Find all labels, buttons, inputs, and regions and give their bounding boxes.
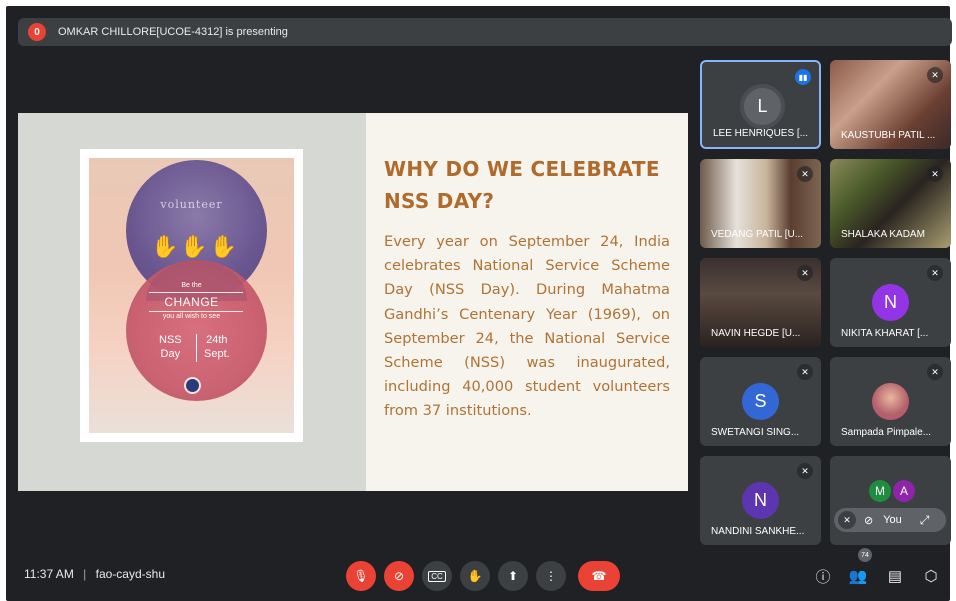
present-icon-badge: 0 [34, 26, 40, 38]
poster-date-line: 24th [206, 334, 228, 346]
present-icon: 0 [28, 23, 46, 41]
nss-emblem-icon [184, 377, 201, 394]
avatar: N [872, 284, 909, 321]
mic-off-icon: ✕ [797, 265, 813, 281]
leave-call-button[interactable]: ☎ [578, 561, 620, 591]
self-controls: ✕ ⊘ You ⤢ [834, 508, 946, 532]
slide-title: WHY DO WE CELEBRATE NSS DAY? [384, 157, 660, 213]
meeting-stage: 0 OMKAR CHILLORE[UCOE-4312] is presentin… [6, 6, 952, 601]
hand-icon: ✋ [467, 569, 483, 583]
poster-change: CHANGE [164, 295, 219, 309]
people-icon[interactable]: 👥 [847, 565, 869, 587]
speaking-indicator-icon: ▮▮ [795, 69, 811, 85]
poster-line [149, 292, 243, 293]
avatar: N [742, 482, 779, 519]
participant-tile[interactable]: ✕ VEDANG PATIL [U... [700, 159, 821, 248]
slide-body: Every year on September 24, India celebr… [384, 233, 670, 420]
mic-off-icon: ✕ [797, 463, 813, 479]
participant-name: SWETANGI SING... [711, 427, 800, 438]
participant-name: VEDANG PATIL [U... [711, 229, 804, 240]
meeting-details-icon[interactable]: ⓘ [812, 565, 834, 587]
avatar: L [740, 84, 785, 129]
participant-tile[interactable]: ✕ SHALAKA KADAM [830, 159, 951, 248]
participant-tile[interactable]: S ✕ SWETANGI SING... [700, 357, 821, 446]
mic-off-icon: ✕ [927, 67, 943, 83]
poster-date: 24th Sept. [204, 333, 230, 361]
avatar: A [893, 480, 915, 502]
poster-nss-day: NSS Day [159, 333, 182, 361]
camera-toggle-button[interactable]: ⊘ [384, 561, 414, 591]
participant-name: LEE HENRIQUES [... [713, 128, 809, 139]
present-button[interactable]: ⬆ [498, 561, 528, 591]
mic-off-icon: 🎙 [353, 569, 369, 583]
self-label: You [883, 514, 902, 526]
captions-button[interactable]: CC [422, 561, 452, 591]
participant-tile[interactable]: N ✕ NIKITA KHARAT [... [830, 258, 951, 347]
participant-count-badge: 74 [858, 548, 872, 562]
poster-be-the: Be the [181, 282, 202, 289]
more-vert-icon: ⋮ [545, 569, 557, 583]
mic-off-icon: ✕ [797, 166, 813, 182]
mic-off-icon: ✕ [927, 364, 943, 380]
presenting-banner: 0 OMKAR CHILLORE[UCOE-4312] is presentin… [18, 18, 952, 46]
camera-off-icon: ⊘ [393, 569, 405, 583]
captions-icon: CC [428, 570, 446, 582]
poster-volunteer-text: volunteer [160, 198, 223, 211]
participant-name: KAUSTUBH PATIL ... [841, 130, 936, 141]
more-options-button[interactable]: ⋮ [536, 561, 566, 591]
poster-nss-line: Day [160, 348, 181, 360]
participant-name: SHALAKA KADAM [841, 229, 925, 240]
participant-tile[interactable]: N ✕ NANDINI SANKHE... [700, 456, 821, 545]
participant-name: NANDINI SANKHE... [711, 526, 805, 537]
slide-right-panel: WHY DO WE CELEBRATE NSS DAY? Every year … [366, 113, 688, 491]
participant-tile[interactable]: ✕ NAVIN HEGDE [U... [700, 258, 821, 347]
poster-frame: volunteer ✋✋✋ Be the CHANGE you all wish… [80, 149, 303, 442]
nss-day-poster: volunteer ✋✋✋ Be the CHANGE you all wish… [89, 158, 294, 433]
poster-nss-line: NSS [159, 334, 182, 346]
meeting-info: 11:37 AM | fao-cayd-shu [24, 567, 165, 581]
meeting-code: fao-cayd-shu [95, 567, 165, 581]
bottom-bar: 11:37 AM | fao-cayd-shu 🎙 ⊘ CC ✋ ⬆ ⋮ ☎ ⓘ… [6, 553, 950, 601]
camera-off-icon[interactable]: ⊘ [864, 514, 873, 527]
participant-tile[interactable]: ✕ Sampada Pimpale... [830, 357, 951, 446]
presentation-slide: volunteer ✋✋✋ Be the CHANGE you all wish… [18, 113, 688, 491]
participant-tile[interactable]: ✕ KAUSTUBH PATIL ... [830, 60, 951, 149]
self-tile[interactable]: M A ✕ ⊘ You ⤢ [830, 456, 951, 545]
activities-icon[interactable]: ⬡ [920, 565, 942, 587]
raise-hand-button[interactable]: ✋ [460, 561, 490, 591]
poster-line [149, 311, 243, 312]
chat-icon[interactable]: ▤ [884, 565, 906, 587]
participant-name: NIKITA KHARAT [... [841, 328, 929, 339]
participant-tile[interactable]: L ▮▮ LEE HENRIQUES [... [700, 60, 821, 149]
slide-left-panel: volunteer ✋✋✋ Be the CHANGE you all wish… [18, 113, 366, 491]
participant-name: NAVIN HEGDE [U... [711, 328, 801, 339]
expand-icon[interactable]: ⤢ [920, 513, 930, 528]
present-screen-icon: ⬆ [507, 569, 519, 583]
mic-off-icon: ✕ [927, 265, 943, 281]
mic-off-icon[interactable]: ✕ [838, 511, 856, 529]
clock-time: 11:37 AM [24, 567, 74, 581]
poster-divider [196, 334, 197, 362]
separator: | [83, 567, 87, 581]
poster-date-line: Sept. [204, 348, 230, 360]
mic-toggle-button[interactable]: 🎙 [346, 561, 376, 591]
presenting-text: OMKAR CHILLORE[UCOE-4312] is presenting [58, 26, 288, 38]
raised-hands-icon: ✋✋✋ [151, 234, 240, 259]
participant-name: Sampada Pimpale... [841, 427, 932, 438]
avatar: S [742, 383, 779, 420]
poster-wish: you all wish to see [162, 313, 221, 320]
mic-off-icon: ✕ [797, 364, 813, 380]
end-call-icon: ☎ [591, 569, 607, 583]
avatar [872, 383, 909, 420]
avatar: M [869, 480, 891, 502]
mic-off-icon: ✕ [927, 166, 943, 182]
